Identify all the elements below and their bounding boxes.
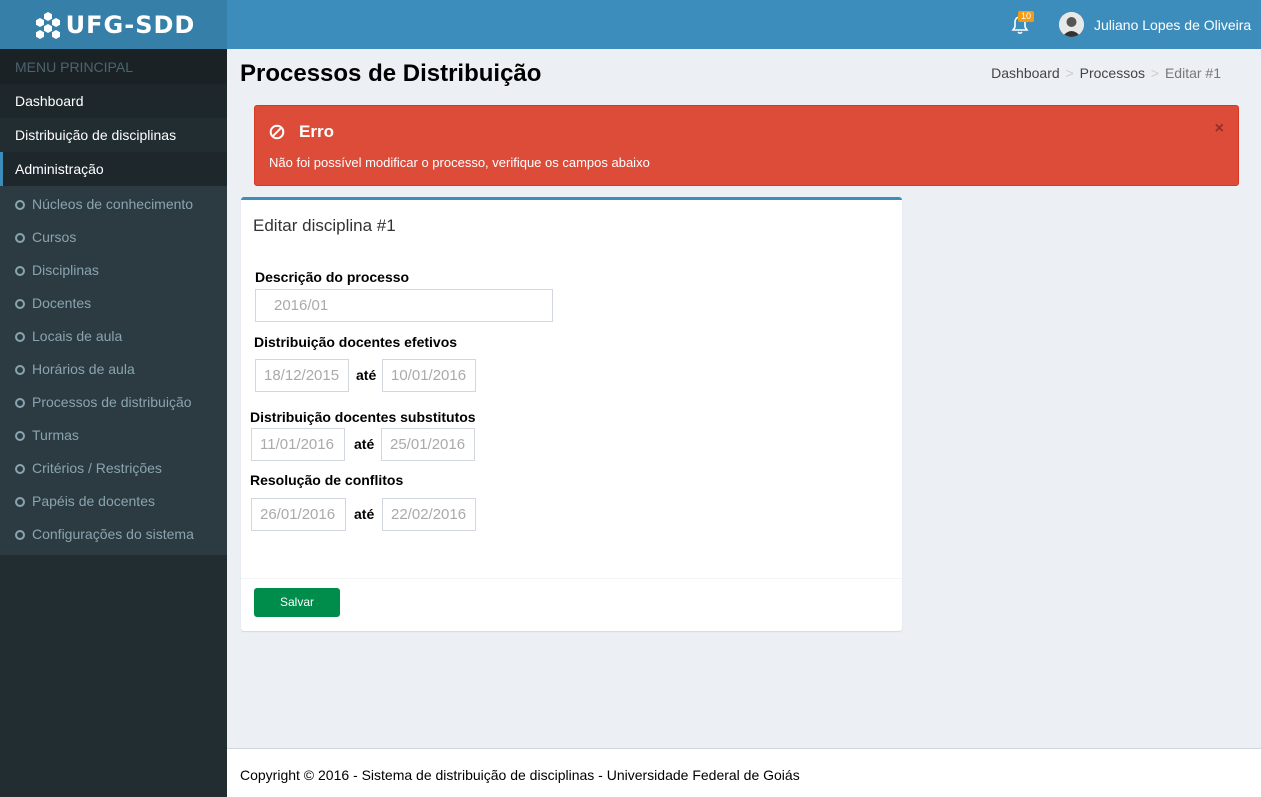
logo[interactable]: UFG-SDD [32, 10, 196, 40]
avatar [1059, 12, 1084, 37]
alert-message: Não foi possível modificar o processo, v… [269, 155, 650, 170]
submenu-label: Turmas [32, 427, 79, 443]
submenu-label: Cursos [32, 229, 77, 245]
sidebar-header: MENU PRINCIPAL [0, 49, 227, 84]
logo-text: UFG-SDD [65, 10, 196, 39]
sidebar: MENU PRINCIPAL Dashboard Distribuição de… [0, 49, 227, 797]
alert-title-text: Erro [299, 122, 334, 141]
substitutos-end-input[interactable] [381, 428, 475, 461]
ate-label: até [354, 436, 375, 452]
descricao-label: Descrição do processo [255, 269, 410, 285]
descricao-input[interactable] [255, 289, 553, 322]
submenu-item-docentes[interactable]: Docentes [0, 287, 227, 320]
submenu-label: Docentes [32, 295, 92, 311]
submenu-item-configuracoes[interactable]: Configurações do sistema [0, 518, 227, 551]
submenu-label: Núcleos de conhecimento [32, 196, 194, 212]
circle-outline-icon [15, 496, 25, 507]
conflitos-label: Resolução de conflitos [250, 472, 404, 488]
copyright-text: Copyright © 2016 - Sistema de distribuiç… [240, 767, 800, 783]
page-footer: Copyright © 2016 - Sistema de distribuiç… [227, 748, 1261, 797]
save-button[interactable]: Salvar [254, 588, 340, 617]
close-icon[interactable]: × [1215, 120, 1224, 138]
submenu-label: Critérios / Restrições [32, 460, 162, 476]
substitutos-label: Distribuição docentes substitutos [250, 409, 476, 425]
breadcrumb-processos[interactable]: Processos [1080, 65, 1145, 81]
efetivos-end-input[interactable] [382, 359, 476, 392]
alert-title: Erro [269, 122, 334, 142]
submenu-item-locais[interactable]: Locais de aula [0, 320, 227, 353]
submenu-label: Horários de aula [32, 361, 135, 377]
ban-icon [269, 124, 285, 140]
breadcrumb-separator: > [1065, 65, 1074, 81]
top-navbar: 10 Juliano Lopes de Oliveira [227, 0, 1261, 49]
circle-outline-icon [15, 397, 25, 408]
page-title: Processos de Distribuição [240, 60, 542, 87]
submenu-item-papeis[interactable]: Papéis de docentes [0, 485, 227, 518]
efetivos-start-input[interactable] [255, 359, 349, 392]
user-menu[interactable]: Juliano Lopes de Oliveira [1059, 12, 1251, 37]
submenu-label: Configurações do sistema [32, 526, 194, 542]
submenu-item-cursos[interactable]: Cursos [0, 221, 227, 254]
breadcrumb-dashboard[interactable]: Dashboard [991, 65, 1060, 81]
submenu-label: Disciplinas [32, 262, 99, 278]
circle-outline-icon [15, 430, 25, 441]
sidebar-item-distribuicao[interactable]: Distribuição de disciplinas [0, 118, 227, 152]
breadcrumb-separator: > [1150, 65, 1160, 81]
submenu-label: Papéis de docentes [32, 493, 155, 509]
breadcrumb-current: Editar #1 [1164, 65, 1221, 81]
box-title: Editar disciplina #1 [253, 216, 396, 235]
circle-outline-icon [15, 199, 25, 210]
logo-area[interactable]: UFG-SDD [0, 0, 227, 49]
submenu-item-criterios[interactable]: Critérios / Restrições [0, 452, 227, 485]
efetivos-label: Distribuição docentes efetivos [254, 334, 458, 350]
submenu-item-horarios[interactable]: Horários de aula [0, 353, 227, 386]
conflitos-start-input[interactable] [251, 498, 346, 531]
submenu-label: Locais de aula [32, 328, 123, 344]
sidebar-item-dashboard[interactable]: Dashboard [0, 84, 227, 118]
ate-label: até [354, 506, 375, 522]
sidebar-submenu: Núcleos de conhecimento Cursos Disciplin… [0, 186, 227, 555]
error-alert: Erro Não foi possível modificar o proces… [254, 105, 1239, 186]
user-name: Juliano Lopes de Oliveira [1094, 16, 1252, 33]
notification-count-badge: 10 [1018, 11, 1035, 22]
submenu-item-nucleos[interactable]: Núcleos de conhecimento [0, 188, 227, 221]
circle-outline-icon [15, 364, 25, 375]
submenu-item-disciplinas[interactable]: Disciplinas [0, 254, 227, 287]
circle-outline-icon [15, 331, 25, 342]
circle-outline-icon [15, 265, 25, 276]
substitutos-start-input[interactable] [251, 428, 345, 461]
ate-label: até [356, 367, 377, 383]
breadcrumb: Dashboard > Processos > Editar #1 [991, 65, 1221, 81]
submenu-item-processos[interactable]: Processos de distribuição [0, 386, 227, 419]
circle-outline-icon [15, 529, 25, 540]
hexagon-cluster-icon [35, 11, 60, 39]
conflitos-end-input[interactable] [382, 498, 476, 531]
box-footer: Salvar [241, 578, 902, 631]
circle-outline-icon [15, 298, 25, 309]
circle-outline-icon [15, 232, 25, 243]
sidebar-item-administracao[interactable]: Administração [0, 152, 227, 186]
submenu-label: Processos de distribuição [32, 394, 192, 410]
submenu-item-turmas[interactable]: Turmas [0, 419, 227, 452]
edit-form-box: Editar disciplina #1 Descrição do proces… [241, 197, 902, 631]
circle-outline-icon [15, 463, 25, 474]
